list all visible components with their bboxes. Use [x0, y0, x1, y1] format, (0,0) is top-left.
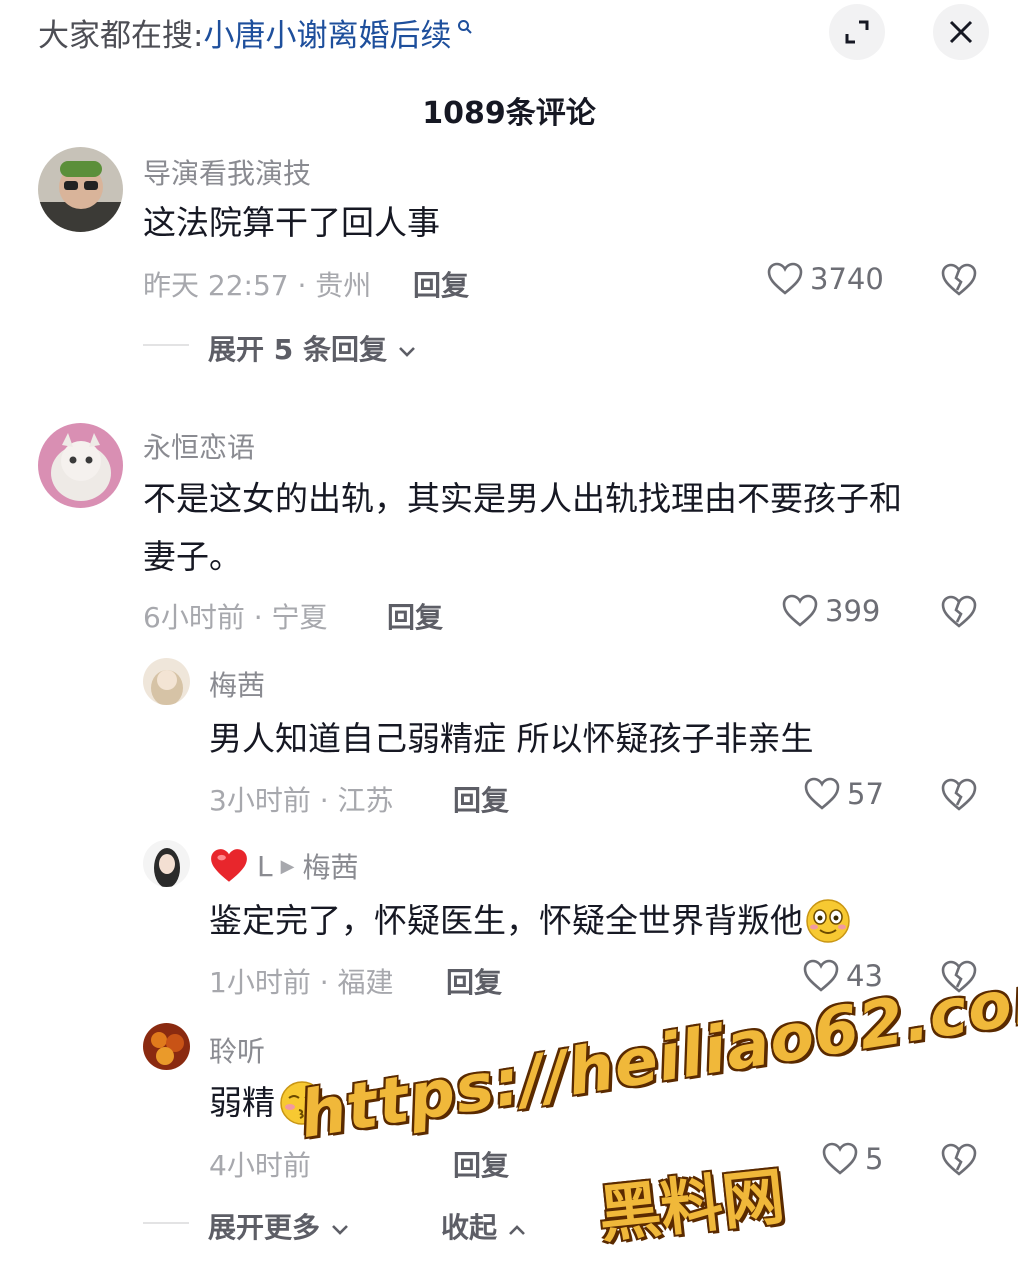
chevron-down-icon: [331, 1225, 348, 1235]
dislike-button[interactable]: [940, 595, 978, 633]
reply-username[interactable]: 梅茜: [209, 664, 265, 704]
heart-icon: [822, 1142, 858, 1175]
reply-text: 鉴定完了，怀疑医生，怀疑全世界背叛他: [209, 901, 803, 940]
like-count: 399: [825, 594, 881, 628]
avatar[interactable]: [38, 147, 123, 232]
search-separator: :: [193, 18, 204, 54]
watermark-site-name: 黑料网: [595, 1159, 788, 1252]
reply-button[interactable]: 回复: [453, 779, 509, 819]
like-count: 5: [865, 1142, 884, 1176]
search-suggestion[interactable]: 大家都在搜:小唐小谢离婚后续: [38, 10, 473, 55]
heart-icon: [782, 594, 818, 627]
reply-button[interactable]: 回复: [387, 596, 443, 636]
heart-icon: [767, 262, 803, 295]
search-icon: [451, 19, 473, 40]
reply-text: 男人知道自己弱精症 所以怀疑孩子非亲生: [209, 719, 814, 758]
like-button[interactable]: 399: [781, 594, 880, 628]
reply-text-row: 鉴定完了，怀疑医生，怀疑全世界背叛他: [209, 892, 851, 950]
avatar[interactable]: [143, 840, 190, 887]
heart-icon: [803, 959, 839, 992]
like-count: 57: [847, 777, 884, 811]
comment-username[interactable]: 导演看我演技: [143, 152, 311, 192]
comment-text-line: 不是这女的出轨，其实是男人出轨找理由不要孩子和: [143, 479, 902, 518]
reply-meta: 4小时前: [209, 1149, 311, 1182]
like-button[interactable]: 57: [803, 777, 884, 811]
reply-text: 弱精: [209, 1083, 275, 1122]
broken-heart-icon: [941, 595, 977, 628]
comment-text-line: 妻子。: [143, 537, 242, 576]
smiling-emoji-icon: [806, 899, 850, 943]
comment-username[interactable]: 永恒恋语: [143, 426, 255, 466]
reply-username-row: L ▶ 梅茜: [209, 846, 358, 886]
chevron-up-icon: [508, 1225, 525, 1235]
reply-username[interactable]: 聆听: [209, 1030, 265, 1070]
broken-heart-icon: [941, 263, 977, 296]
broken-heart-icon: [941, 778, 977, 811]
collapse-button[interactable]: 收起: [441, 1206, 527, 1246]
heart-icon: [804, 777, 840, 810]
reply-meta: 1小时前 · 福建: [209, 966, 394, 999]
reply-button[interactable]: 回复: [413, 264, 469, 304]
reply-button[interactable]: 回复: [446, 961, 502, 1001]
comment-text: 这法院算干了回人事: [143, 203, 440, 242]
like-button[interactable]: 3740: [766, 262, 884, 296]
dislike-button[interactable]: [940, 778, 978, 816]
expand-divider: [143, 344, 189, 346]
reply-button[interactable]: 回复: [453, 1144, 509, 1184]
watermark-url: https://heiliao62.com: [295, 956, 1018, 1154]
expand-fullscreen-button[interactable]: [829, 4, 885, 60]
broken-heart-icon: [941, 1143, 977, 1176]
avatar[interactable]: [143, 1023, 190, 1070]
expand-replies-label: 展开 5 条回复: [208, 333, 387, 366]
expand-divider: [143, 1222, 189, 1224]
search-topic-link[interactable]: 小唐小谢离婚后续: [203, 18, 451, 54]
dislike-button[interactable]: [940, 1143, 978, 1181]
avatar[interactable]: [143, 658, 190, 705]
like-count: 3740: [810, 262, 884, 296]
dislike-button[interactable]: [940, 263, 978, 301]
reply-username[interactable]: L: [257, 850, 273, 883]
search-prefix: 大家都在搜: [38, 18, 193, 54]
comment-count-title: 1089条评论: [422, 96, 596, 131]
red-heart-emoji-icon: [211, 849, 247, 882]
comment-meta: 昨天 22:57 · 贵州: [143, 269, 372, 302]
chevron-down-icon: [398, 347, 415, 357]
collapse-label: 收起: [441, 1211, 498, 1244]
like-button[interactable]: 5: [821, 1142, 883, 1176]
avatar[interactable]: [38, 423, 123, 508]
reply-meta: 3小时前 · 江苏: [209, 784, 394, 817]
expand-icon: [845, 20, 869, 44]
close-icon: [949, 20, 973, 44]
close-button[interactable]: [933, 4, 989, 60]
reply-to-arrow-icon: ▶: [280, 855, 295, 877]
reply-to-username[interactable]: 梅茜: [302, 846, 358, 886]
expand-more-label: 展开更多: [208, 1211, 321, 1244]
comment-meta: 6小时前 · 宁夏: [143, 601, 328, 634]
expand-more-button[interactable]: 展开更多: [208, 1206, 350, 1246]
expand-replies-button[interactable]: 展开 5 条回复: [208, 328, 417, 368]
